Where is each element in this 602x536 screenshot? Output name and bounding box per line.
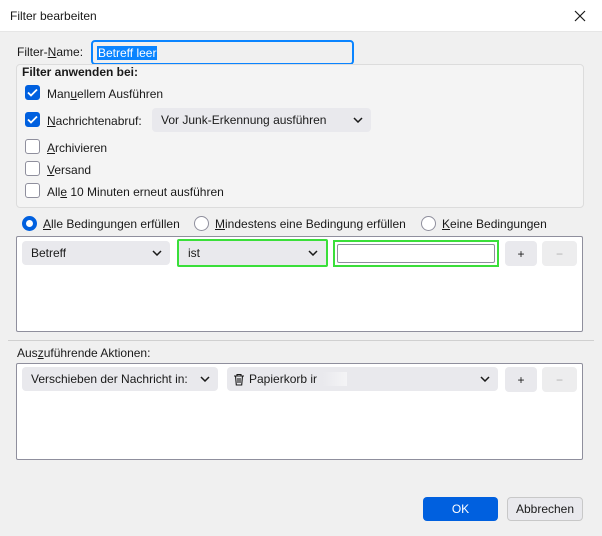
- filter-name-label: Filter-Name:: [17, 45, 84, 59]
- ok-button-label: OK: [451, 502, 470, 516]
- match-none-label: Keine Bedingungen: [442, 217, 547, 231]
- archive-label: Archivieren: [47, 141, 108, 155]
- condition-field-dropdown[interactable]: Betreff: [22, 241, 170, 265]
- send-checkbox[interactable]: [25, 161, 40, 176]
- title-bar: Filter bearbeiten: [0, 0, 602, 32]
- match-any-label: Mindestens eine Bedingung erfüllen: [215, 217, 406, 231]
- condition-operator-dropdown[interactable]: ist: [177, 239, 328, 267]
- chevron-down-icon: [353, 117, 363, 123]
- add-condition-label: +: [517, 246, 525, 261]
- apply-filter-heading: Filter anwenden bei:: [22, 65, 139, 79]
- manual-run-checkbox[interactable]: [25, 85, 40, 100]
- action-type-dropdown[interactable]: Verschieben der Nachricht in:: [22, 367, 218, 391]
- send-label: Versand: [47, 163, 92, 177]
- ok-button[interactable]: OK: [423, 497, 498, 521]
- chevron-down-icon: [480, 376, 490, 382]
- target-folder-content: Papierkorb ir: [233, 372, 348, 386]
- actions-label: Auszuführende Aktionen:: [17, 346, 151, 360]
- remove-action-label: −: [555, 372, 563, 387]
- filter-name-input[interactable]: Betreff leer: [91, 40, 354, 65]
- filter-name-value: Betreff leer: [97, 45, 158, 60]
- close-icon: [574, 10, 586, 22]
- action-type-value: Verschieben der Nachricht in:: [31, 372, 188, 386]
- section-divider: [8, 340, 594, 341]
- remove-condition-label: −: [555, 246, 563, 261]
- cancel-button[interactable]: Abbrechen: [507, 497, 583, 521]
- chevron-down-icon: [308, 250, 318, 256]
- periodic-label: Alle 10 Minuten erneut ausführen: [47, 185, 224, 199]
- mail-fetch-checkbox[interactable]: [25, 112, 40, 127]
- condition-field-value: Betreff: [31, 246, 67, 260]
- chevron-down-icon: [152, 250, 162, 256]
- remove-condition-button[interactable]: −: [542, 241, 577, 266]
- match-all-radio[interactable]: [22, 216, 37, 231]
- condition-value-field: [337, 244, 495, 263]
- add-condition-button[interactable]: +: [505, 241, 537, 266]
- add-action-button[interactable]: +: [505, 367, 537, 392]
- manual-run-label: Manuellem Ausführen: [47, 87, 164, 101]
- match-all-label: Alle Bedingungen erfüllen: [43, 217, 180, 231]
- close-button[interactable]: [558, 0, 602, 32]
- mail-fetch-label: Nachrichtenabruf:: [47, 114, 142, 128]
- checkmark-icon: [27, 88, 38, 97]
- checkmark-icon: [27, 115, 38, 124]
- cancel-button-label: Abbrechen: [515, 502, 575, 516]
- match-any-radio[interactable]: [194, 216, 209, 231]
- condition-operator-value: ist: [188, 246, 200, 260]
- trash-icon: [234, 373, 244, 386]
- match-none-radio[interactable]: [421, 216, 436, 231]
- condition-value-input[interactable]: [333, 240, 499, 267]
- fetch-timing-dropdown[interactable]: Vor Junk-Erkennung ausführen: [152, 108, 371, 132]
- fetch-timing-value: Vor Junk-Erkennung ausführen: [161, 113, 327, 127]
- add-action-label: +: [517, 372, 525, 387]
- window-title: Filter bearbeiten: [10, 9, 97, 23]
- archive-checkbox[interactable]: [25, 139, 40, 154]
- remove-action-button[interactable]: −: [542, 367, 577, 392]
- periodic-checkbox[interactable]: [25, 183, 40, 198]
- chevron-down-icon: [200, 376, 210, 382]
- target-folder-value: Papierkorb ir: [249, 372, 348, 386]
- target-folder-dropdown[interactable]: Papierkorb ir: [227, 367, 498, 391]
